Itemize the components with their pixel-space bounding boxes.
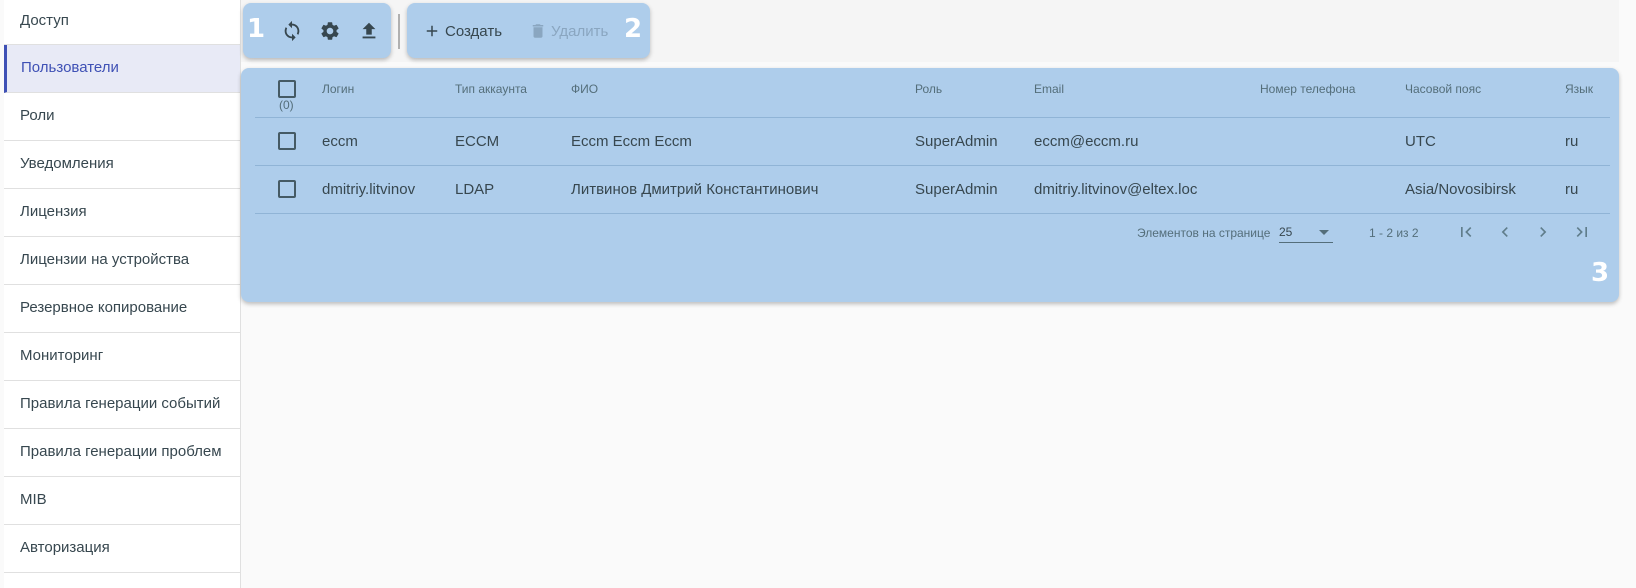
cell-timezone: Asia/Novosibirsk	[1405, 181, 1516, 198]
export-button[interactable]	[356, 18, 382, 44]
row-divider	[255, 165, 1610, 166]
items-per-page-label: Элементов на странице	[1137, 226, 1271, 240]
sidebar-item-event-rules[interactable]: Правила генерации событий	[4, 381, 240, 429]
sidebar-item-license[interactable]: Лицензия	[4, 189, 240, 237]
users-table-panel: (0) Логин Тип аккаунта ФИО Роль Email Но…	[241, 68, 1619, 302]
cell-language: ru	[1565, 133, 1579, 150]
marker-1: 1	[247, 14, 266, 44]
upload-icon	[362, 22, 376, 39]
column-header-phone[interactable]: Номер телефона	[1260, 82, 1355, 96]
page-range: 1 - 2 из 2	[1369, 226, 1419, 240]
sidebar-item-label: Пользователи	[21, 59, 119, 76]
row-checkbox[interactable]	[278, 132, 296, 150]
toolbar-group-actions: 1	[243, 3, 391, 58]
column-header-timezone[interactable]: Часовой пояс	[1405, 82, 1481, 96]
sidebar-item-label: Доступ	[20, 12, 69, 29]
column-header-account-type[interactable]: Тип аккаунта	[455, 82, 527, 96]
sidebar-item-label: Авторизация	[20, 539, 110, 556]
column-header-role[interactable]: Роль	[915, 82, 942, 96]
sidebar-item-label: Мониторинг	[20, 347, 104, 364]
column-header-login[interactable]: Логин	[322, 82, 354, 96]
cell-timezone: UTC	[1405, 133, 1436, 150]
page-size-value: 25	[1279, 225, 1293, 239]
cell-email: dmitriy.litvinov@eltex.loc	[1034, 181, 1198, 198]
sidebar-item-label: Лицензии на устройства	[20, 251, 190, 268]
cell-account-type: LDAP	[455, 181, 495, 198]
sidebar-item-roles[interactable]: Роли	[4, 93, 240, 141]
sidebar: Доступ Пользователи Роли Уведомления Лиц…	[4, 0, 241, 588]
column-header-email[interactable]: Email	[1034, 82, 1064, 96]
last-page-button[interactable]	[1570, 220, 1594, 244]
cell-login: dmitriy.litvinov	[322, 181, 416, 198]
sidebar-item-notifications[interactable]: Уведомления	[4, 141, 240, 189]
sidebar-item-access[interactable]: Доступ	[4, 0, 240, 45]
sidebar-item-backup[interactable]: Резервное копирование	[4, 285, 240, 333]
cell-role: SuperAdmin	[915, 181, 998, 198]
first-page-icon	[1461, 227, 1472, 237]
next-page-button[interactable]	[1531, 220, 1555, 244]
trash-icon	[532, 24, 544, 38]
row-divider	[255, 213, 1610, 214]
column-header-language[interactable]: Язык	[1565, 82, 1593, 96]
settings-button[interactable]	[317, 18, 343, 44]
cell-language: ru	[1565, 181, 1579, 198]
delete-button[interactable]: Удалить	[529, 18, 608, 44]
marker-3: 3	[1591, 258, 1610, 288]
first-page-button[interactable]	[1454, 220, 1478, 244]
marker-2: 2	[624, 14, 643, 44]
cell-fio: Литвинов Дмитрий Константинович	[571, 181, 819, 198]
cell-fio: Eccm Eccm Eccm	[571, 133, 692, 150]
sidebar-item-users[interactable]: Пользователи	[4, 45, 240, 93]
cell-login: eccm	[322, 133, 358, 150]
select-all-checkbox[interactable]	[278, 80, 296, 98]
sidebar-item-label: Лицензия	[20, 203, 87, 220]
chevron-right-icon	[1540, 227, 1547, 237]
column-header-fio[interactable]: ФИО	[571, 82, 598, 96]
sidebar-item-problem-rules[interactable]: Правила генерации проблем	[4, 429, 240, 477]
sidebar-item-authorization[interactable]: Авторизация	[4, 525, 240, 573]
sidebar-item-mib[interactable]: MIB	[4, 477, 240, 525]
row-checkbox[interactable]	[278, 180, 296, 198]
refresh-button[interactable]	[279, 18, 305, 44]
toolbar: 1 Создать Удалить 2	[241, 0, 1619, 62]
sidebar-item-label: Роли	[20, 107, 55, 124]
cell-email: eccm@eccm.ru	[1034, 133, 1139, 150]
plus-icon	[426, 25, 438, 37]
prev-page-button[interactable]	[1493, 220, 1517, 244]
sidebar-item-monitoring[interactable]: Мониторинг	[4, 333, 240, 381]
cell-account-type: ECCM	[455, 133, 500, 150]
sidebar-item-label: Уведомления	[20, 155, 114, 172]
sidebar-item-label: Правила генерации событий	[20, 395, 221, 412]
create-button[interactable]: Создать	[423, 18, 502, 44]
toolbar-separator	[398, 14, 400, 49]
delete-button-label: Удалить	[551, 22, 609, 40]
row-divider	[255, 117, 1610, 118]
cell-role: SuperAdmin	[915, 133, 998, 150]
chevron-left-icon	[1501, 227, 1508, 237]
refresh-icon	[284, 20, 300, 42]
sidebar-item-device-licenses[interactable]: Лицензии на устройства	[4, 237, 240, 285]
last-page-icon	[1576, 227, 1587, 237]
selected-count: (0)	[279, 98, 294, 112]
toolbar-group-crud: Создать Удалить 2	[407, 3, 650, 58]
gear-icon	[321, 22, 339, 40]
sidebar-item-label: Резервное копирование	[20, 299, 188, 316]
chevron-down-icon	[1319, 230, 1329, 235]
sidebar-item-label: Правила генерации проблем	[20, 443, 222, 460]
sidebar-item-label: MIB	[20, 491, 47, 508]
create-button-label: Создать	[445, 22, 503, 40]
page-size-select[interactable]: 25	[1279, 222, 1333, 243]
